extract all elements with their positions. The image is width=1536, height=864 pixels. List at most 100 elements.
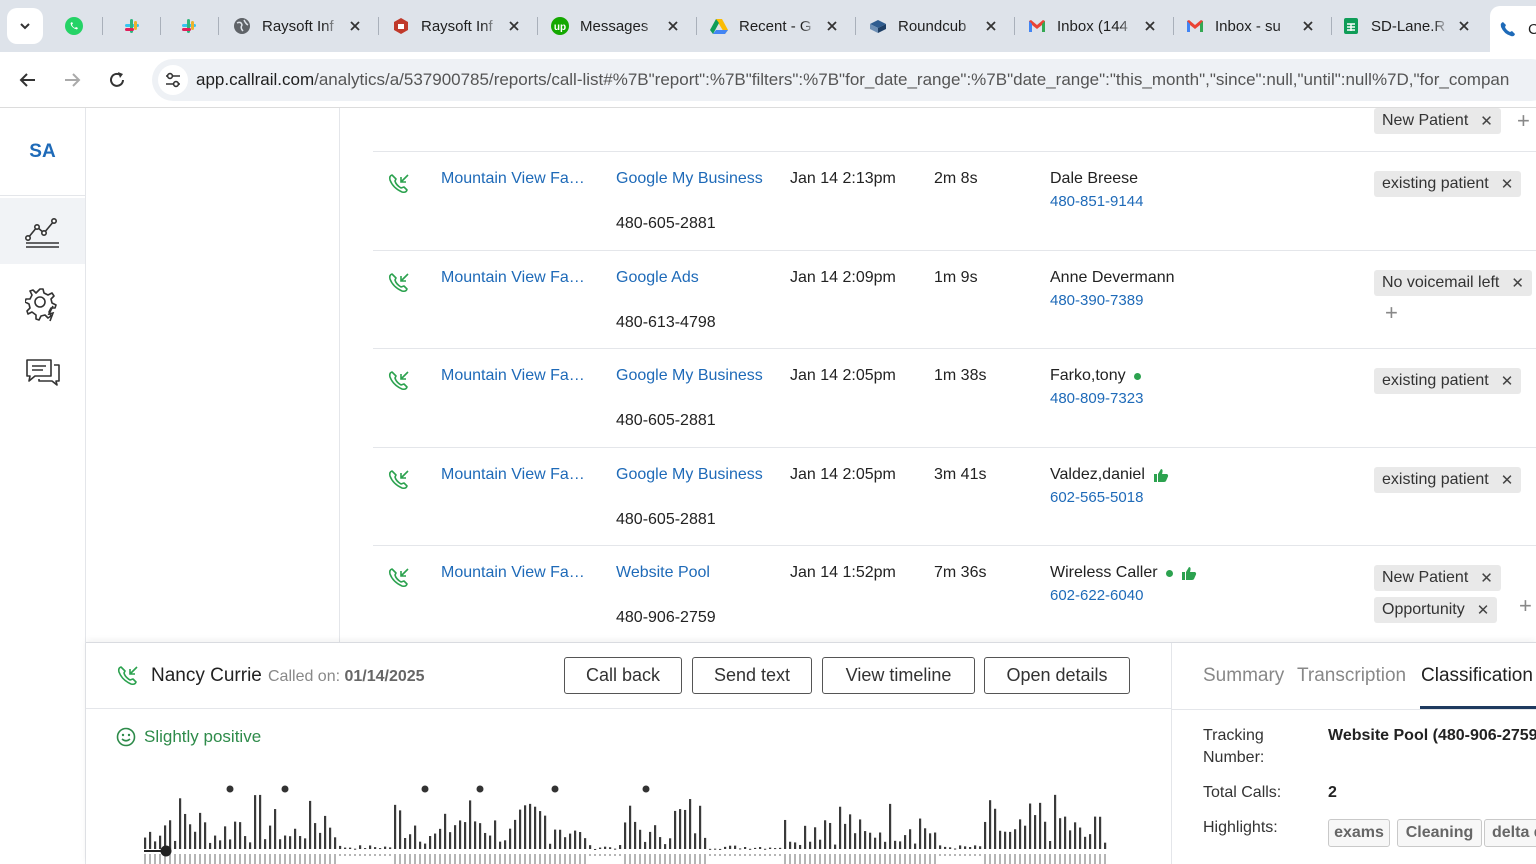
add-tag-icon[interactable]: + [1519,593,1532,619]
audio-waveform[interactable] [144,777,1114,864]
inbound-call-icon [388,273,409,293]
sidebar-item-analytics[interactable] [0,198,85,264]
close-tab-icon[interactable] [664,17,682,35]
call-duration: 1m 9s [934,269,978,286]
caller-phone-link[interactable]: 602-622-6040 [1050,587,1143,604]
add-tag-icon[interactable]: + [1385,300,1398,326]
table-row[interactable]: Mountain View Family Dentistry Google Ad… [373,250,1536,348]
sidebar-item-settings[interactable] [0,271,85,337]
close-tab-icon[interactable] [1455,17,1473,35]
waveform-bar [919,818,922,849]
close-tab-icon[interactable] [982,17,1000,35]
waveform-bar [589,854,591,856]
table-row[interactable]: Mountain View Family Dentistry Google My… [373,447,1536,545]
waveform-bar [584,854,586,864]
browser-tab[interactable] [56,8,94,44]
close-tab-icon[interactable] [1299,17,1317,35]
open-details-button[interactable]: Open details [984,657,1130,694]
view-timeline-button[interactable]: View timeline [822,657,975,694]
remove-tag-icon[interactable]: ✕ [1501,372,1514,390]
caller-phone-link[interactable]: 480-809-7323 [1050,390,1143,407]
waveform-marker[interactable] [642,785,650,793]
playhead-handle[interactable] [160,845,172,857]
remove-tag-icon[interactable]: ✕ [1511,274,1524,292]
close-tab-icon[interactable] [346,17,364,35]
browser-tab[interactable]: SD-Lane.R [1333,8,1481,44]
waveform-bar [709,848,712,850]
source-link[interactable]: Google My Business [616,466,763,484]
caller-name: Valdez,daniel [1050,466,1169,484]
source-link[interactable]: Google Ads [616,269,699,287]
browser-tab[interactable]: Inbox (144 [1019,8,1167,44]
waveform-bar [1104,854,1106,864]
address-bar[interactable]: app.callrail.com/analytics/a/537900785/r… [152,59,1536,101]
table-row[interactable]: Mountain View Family Dentistry Google My… [373,348,1536,447]
waveform-bar [749,854,751,856]
caller-phone-link[interactable]: 602-565-5018 [1050,489,1143,506]
tab-transcription[interactable]: Transcription [1297,665,1406,687]
sidebar-item-conversations[interactable] [0,339,85,405]
tab-summary[interactable]: Summary [1203,665,1284,687]
browser-tab[interactable] [171,8,209,44]
waveform-marker[interactable] [281,785,289,793]
browser-tab-active[interactable]: C [1490,6,1536,52]
source-link[interactable]: Website Pool [616,564,710,582]
add-tag-icon[interactable]: + [1517,108,1530,134]
tab-title: Roundcub [898,17,967,35]
waveform-marker[interactable] [421,785,429,793]
waveform-bar [249,842,252,849]
company-link[interactable]: Mountain View Family Dentistry [441,466,591,484]
waveform-bar [659,854,661,864]
call-back-button[interactable]: Call back [564,657,682,694]
waveform-bar [829,854,831,864]
waveform-bar [429,854,431,864]
waveform-bar [884,841,887,849]
waveform-bar [714,854,716,856]
waveform-marker[interactable] [476,785,484,793]
table-row[interactable]: Mountain View Family Dentistry Google My… [373,151,1536,250]
waveform-bar [719,848,722,850]
company-link[interactable]: Mountain View Family Dentistry [441,564,591,582]
thumbs-up-icon [1153,469,1169,482]
forward-button[interactable] [54,62,90,98]
browser-tab[interactable]: Raysoft Inf [383,8,531,44]
company-link[interactable]: Mountain View Family Dentistry [441,367,591,385]
close-tab-icon[interactable] [823,17,841,35]
waveform-bar [864,854,866,864]
remove-tag-icon[interactable]: ✕ [1501,175,1514,193]
browser-tab[interactable]: Inbox - su [1177,8,1325,44]
reload-button[interactable] [99,62,135,98]
tab-classification[interactable]: Classification [1421,665,1533,687]
waveform-marker[interactable] [551,785,559,793]
remove-tag-icon[interactable]: ✕ [1480,112,1493,130]
send-text-button[interactable]: Send text [692,657,812,694]
remove-tag-icon[interactable]: ✕ [1480,569,1493,587]
browser-tab[interactable]: up Messages [542,8,690,44]
waveform-marker[interactable] [226,785,234,793]
caller-phone-link[interactable]: 480-851-9144 [1050,193,1143,210]
browser-tab[interactable]: Roundcub [860,8,1008,44]
caller-phone-link[interactable]: 480-390-7389 [1050,292,1143,309]
account-brand[interactable]: SA [0,108,85,196]
source-link[interactable]: Google My Business [616,170,763,188]
close-tab-icon[interactable] [1141,17,1159,35]
waveform-bar [289,854,291,864]
site-info-button[interactable] [158,65,188,95]
company-link[interactable]: Mountain View Family Dentistry [441,170,591,188]
back-button[interactable] [10,62,46,98]
tab-search-button[interactable] [7,8,43,44]
browser-tab[interactable]: Raysoft Inf [224,8,372,44]
waveform-bar [804,825,807,849]
remove-tag-icon[interactable]: ✕ [1477,601,1490,619]
remove-tag-icon[interactable]: ✕ [1501,471,1514,489]
browser-tab[interactable]: Recent - G [701,8,849,44]
table-row[interactable]: Mountain View Family Dentistry Website P… [373,545,1536,642]
tag-list: existing patient ✕ [1374,368,1522,400]
browser-tab[interactable] [114,8,152,44]
company-link[interactable]: Mountain View Family Dentistry [441,269,591,287]
tag-chip: existing patient ✕ [1374,171,1522,197]
waveform-bar [504,840,507,849]
waveform-bar [489,854,491,864]
source-link[interactable]: Google My Business [616,367,763,385]
close-tab-icon[interactable] [505,17,523,35]
